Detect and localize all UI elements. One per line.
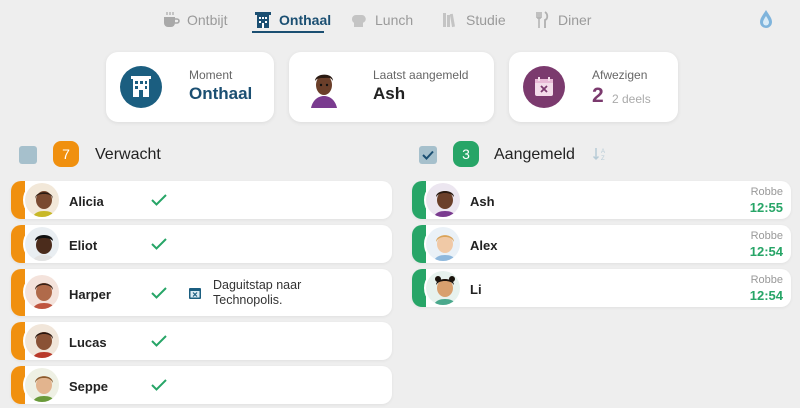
list-item[interactable]: Eliot [11,225,392,263]
tab-diner[interactable]: Diner [533,8,591,32]
svg-text:Z: Z [601,156,605,162]
person-name: Alicia [69,194,104,209]
last-registered-card: Laatst aangemeld Ash [289,52,494,122]
list-item[interactable]: Ash Robbe 12:55 [412,181,791,219]
last-registered-label: Laatst aangemeld [373,68,469,82]
absent-icon-circle [523,66,565,108]
sort-az-icon[interactable]: AZ [592,146,608,162]
select-all-expected-checkbox[interactable] [19,146,37,164]
list-item[interactable]: Harper Daguitstap naar Technopolis. [11,269,392,316]
person-name: Alex [470,238,498,253]
tab-label: Diner [558,12,592,28]
expected-count-badge: 7 [53,141,79,167]
avatar [23,273,61,311]
person-name: Ash [470,194,495,209]
building-icon [255,12,271,28]
expected-title: Verwacht [95,146,161,163]
registered-title: Aangemeld [494,146,575,163]
check-icon[interactable] [151,335,167,347]
water-drop-icon[interactable] [757,9,775,29]
registered-time: 12:54 [749,244,783,259]
building-icon [131,76,151,97]
avatar [424,269,462,307]
cutlery-icon [536,11,549,28]
moment-icon-circle [120,66,162,108]
avatar [424,225,462,263]
tab-label: Ontbijt [187,12,228,28]
moment-value: Onthaal [189,84,253,103]
registered-by: Robbe [750,230,783,242]
avatar [424,181,462,219]
tab-label: Studie [466,12,506,28]
avatar [23,366,61,404]
avatar [23,322,61,360]
registered-by: Robbe [750,274,783,286]
check-icon[interactable] [151,194,167,206]
tab-onthaal[interactable]: Onthaal [254,8,331,32]
person-name: Harper [69,287,111,302]
calendar-x-icon [189,288,201,299]
tab-label: Onthaal [279,12,332,28]
list-item[interactable]: Li Robbe 12:54 [412,269,791,307]
person-name: Seppe [69,379,109,394]
moment-label: Moment [189,68,233,82]
coffee-cup-icon [164,12,180,27]
bread-icon [351,15,366,27]
check-icon[interactable] [151,287,167,299]
absent-card: Afwezigen 2 2 deels [509,52,678,122]
list-item[interactable]: Seppe [11,366,392,404]
tab-ontbijt[interactable]: Ontbijt [162,8,227,32]
top-nav: Ontbijt Onthaal Lunch Studie Diner [0,0,800,40]
absence-note: Daguitstap naar Technopolis. [213,278,302,307]
registered-by: Robbe [750,186,783,198]
check-icon[interactable] [151,379,167,391]
absent-partial: 2 deels [612,92,651,106]
person-name: Li [470,282,482,297]
list-item[interactable]: Alex Robbe 12:54 [412,225,791,263]
books-icon [443,13,456,28]
registered-time: 12:54 [749,288,783,303]
tab-label: Lunch [375,12,414,28]
absent-label: Afwezigen [592,68,648,82]
avatar [23,181,61,219]
tab-studie[interactable]: Studie [441,8,506,32]
person-name: Eliot [69,238,98,253]
absent-value: 2 [592,84,604,107]
list-item[interactable]: Lucas [11,322,392,360]
moment-card: Moment Onthaal [106,52,274,122]
registered-time: 12:55 [749,200,783,215]
check-icon[interactable] [151,238,167,250]
active-tab-indicator [252,31,324,33]
select-all-registered-checkbox[interactable] [419,146,437,164]
svg-text:A: A [601,149,605,155]
avatar [303,66,345,108]
registered-count-badge: 3 [453,141,479,167]
calendar-x-icon [535,77,553,96]
last-registered-value: Ash [373,84,406,103]
checkmark-icon [422,150,434,160]
person-name: Lucas [69,335,107,350]
list-item[interactable]: Alicia [11,181,392,219]
avatar [23,225,61,263]
tab-lunch[interactable]: Lunch [350,8,413,32]
